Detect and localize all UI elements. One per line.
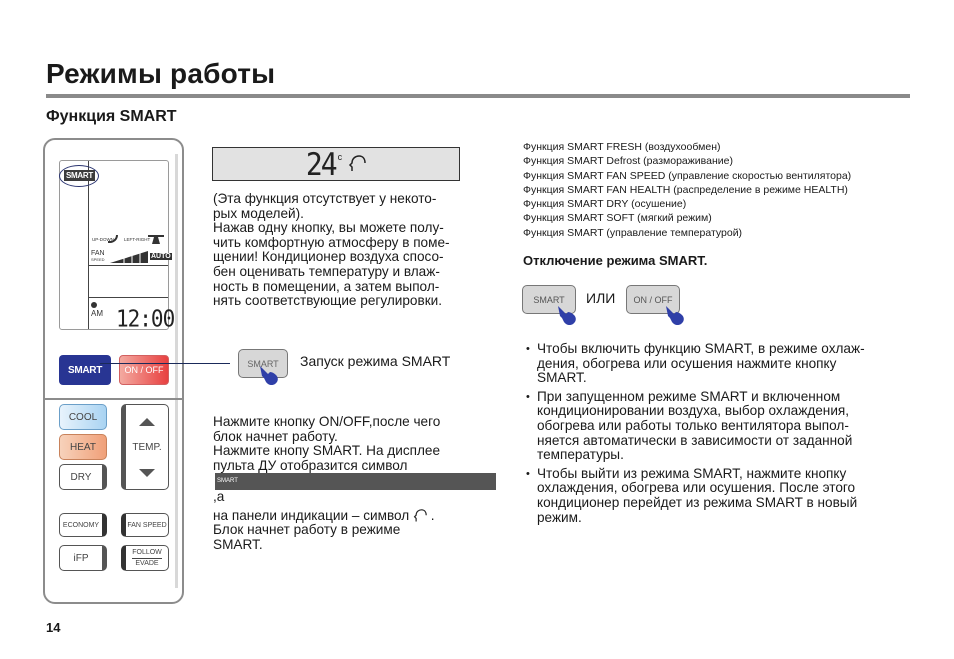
note-line: SMART. [537,370,587,386]
note-item: При запущенном режиме SMART и включенном… [526,388,921,463]
intro-line: бен оценивать температуру и влаж- [213,263,440,279]
note-line: дения, обогрева или осушения нажмите кно… [537,355,837,371]
intro-line: чить комфортную атмосферу в поме- [213,234,450,250]
intro-line: щении! Кондиционер воздуха спосо- [213,249,444,265]
pointing-hand-icon [666,306,684,326]
fan-text: FAN [91,250,105,257]
lcd-leftright-label: LEFT-RIGHT [124,237,151,242]
note-line: охлаждения, обогрева или осушения. После… [537,480,856,496]
function-item: Функция SMART FAN SPEED (управление скор… [523,169,852,182]
highlight-ring [59,165,99,187]
indoor-display-panel: 24 c [212,145,460,183]
callout-line [100,363,230,364]
note-line: кондиционировании воздуха, выбор охлажде… [537,403,850,419]
steps-line: Нажмите кнопу SMART. На дисплее [213,443,441,459]
lcd-divider [88,161,89,329]
function-item: Функция SMART FRESH (воздухообмен) [523,141,721,153]
louver-icon [148,235,164,244]
on-off-button[interactable]: ON / OFF [119,355,169,385]
intro-line: Нажав одну кнопку, вы можете полу- [213,220,444,236]
function-item: Функция SMART (управление температурой) [523,226,743,239]
note-line: обогрева или работы только вентилятора в… [537,417,849,433]
note-item: Чтобы выйти из режима SMART, нажмите кно… [526,465,921,525]
function-item: Функция SMART SOFT (мягкий режим) [523,212,712,225]
fan-speed-button[interactable]: FAN SPEED [121,513,169,537]
note-line: Чтобы включить функцию SMART, в режиме о… [537,341,865,356]
fan-speed-bars-icon [110,251,148,263]
lcd-auto-badge: AUTO [150,253,172,260]
display-unit: c [337,152,343,162]
steps-text: пульта ДУ отобразится символ [213,457,408,473]
steps-paragraph: Нажмите кнопку ON/OFF,после чего блок на… [213,414,498,552]
or-label: ИЛИ [586,290,616,306]
title-divider [46,94,910,98]
smart-head-icon [349,155,366,171]
remote-divider [43,398,184,400]
arrow-up-icon[interactable] [139,417,155,426]
temp-button[interactable]: TEMP. [121,404,169,490]
intro-line: (Эта функция отсутствует у некото- [213,191,437,206]
page-number: 14 [46,620,61,635]
smart-symbol-icon: SMART [215,473,496,490]
lcd-divider [88,297,168,298]
display-temperature: 24 [305,145,338,183]
page-title: Режимы работы [46,58,276,89]
cool-button[interactable]: COOL [59,404,107,430]
arrow-down-icon[interactable] [139,468,155,477]
economy-button[interactable]: ECONOMY [59,513,107,537]
steps-line: на панели индикации – символ . [213,507,498,524]
function-item: Функция SMART FAN HEALTH (распределение … [523,183,848,196]
steps-line: пульта ДУ отобразится символ SMART ,а [213,457,498,505]
intro-paragraph: (Эта функция отсутствует у некото- рых м… [213,191,483,309]
heat-button[interactable]: HEAT [59,434,107,460]
steps-text: на панели индикации – символ [213,507,410,523]
evade-label: EVADE [135,559,159,567]
steps-line: блок начнет работу. [213,428,338,444]
intro-line: ность в помещении, а затем выпол- [213,278,440,294]
smart-functions-list: Функция SMART FRESH (воздухообмен) Функц… [523,140,851,240]
note-line: При запущенном режиме SMART и включенном [537,388,841,404]
steps-text: ,а [213,488,225,504]
note-item: Чтобы включить функцию SMART, в режиме о… [526,341,921,386]
intro-line: нять соответствующие регулировки. [213,293,443,309]
note-line: режим. [537,509,582,525]
follow-evade-button[interactable]: FOLLOW EVADE [121,545,169,571]
temp-label: TEMP. [132,441,162,453]
speed-text: SPEED [91,257,105,262]
steps-line: Нажмите кнопку ON/OFF,после чего [213,414,441,429]
note-line: няется автоматически в зависимости от за… [537,432,853,448]
smart-button[interactable]: SMART [59,355,111,385]
lcd-clock: 12:00 [116,305,175,333]
ifp-button[interactable]: iFP [59,545,107,571]
launch-label: Запуск режима SMART [300,353,451,369]
function-item: Функция SMART Defrost (размораживание) [523,155,733,168]
pointing-hand-icon [558,306,576,326]
disable-title: Отключение режима SMART. [523,253,708,268]
steps-text: . [430,507,435,523]
smart-head-icon [413,509,427,522]
dry-button[interactable]: DRY [59,464,107,490]
note-line: кондиционер перейдет из режима SMART в н… [537,494,858,510]
lcd-am-label: AM [91,309,103,318]
section-title: Функция SMART [46,108,177,125]
intro-line: рых моделей). [213,205,304,221]
follow-label: FOLLOW [132,548,162,556]
remote-lcd: SMART UP-DOWN LEFT-RIGHT FAN SPEED AUTO … [59,160,175,332]
note-line: Чтобы выйти из режима SMART, нажмите кно… [537,465,847,481]
timer-dot-icon [91,302,97,308]
remote-edge-shadow [175,154,178,588]
note-line: температуры. [537,447,624,463]
notes-list: Чтобы включить функцию SMART, в режиме о… [526,341,921,529]
steps-line: SMART. [213,536,263,552]
swing-icon [108,235,118,243]
follow-divider [132,557,162,559]
steps-line: Блок начнет работу в режиме [213,522,401,538]
function-item: Функция SMART DRY (осушение) [523,198,687,211]
pointing-hand-icon [260,366,278,386]
lcd-fan-label: FAN SPEED [91,250,105,263]
lcd-divider [88,265,168,266]
remote-control: SMART UP-DOWN LEFT-RIGHT FAN SPEED AUTO … [43,138,184,604]
